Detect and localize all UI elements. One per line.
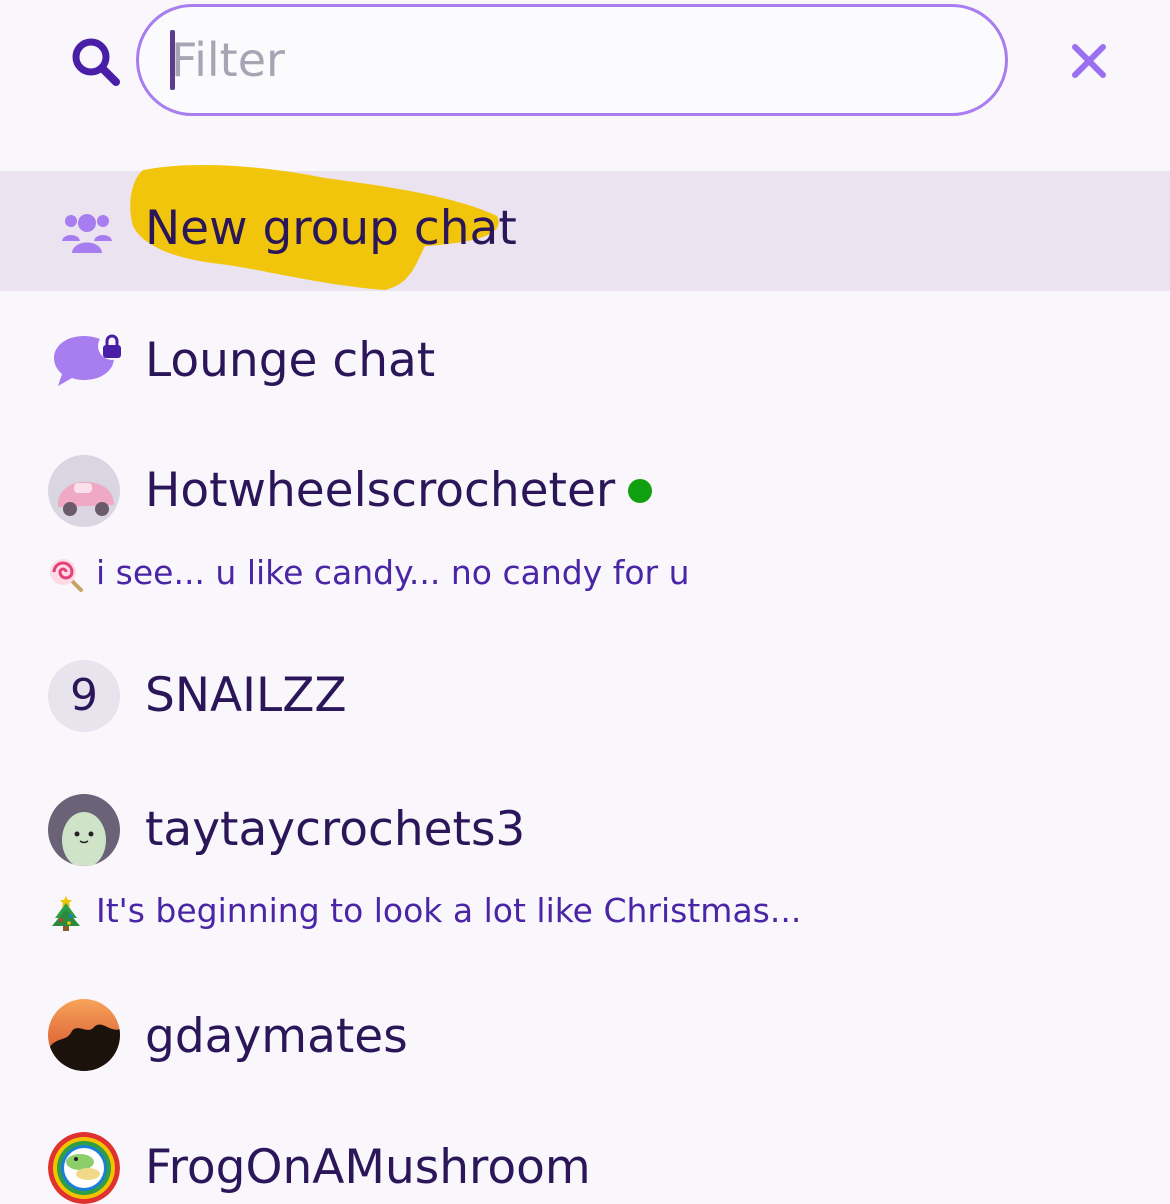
avatar-badge: 9 — [48, 660, 120, 732]
contact-item-snailzz[interactable]: 9 SNAILZZ — [0, 645, 1170, 755]
contact-name: SNAILZZ — [145, 668, 347, 723]
filter-input[interactable] — [136, 4, 1008, 116]
christmas-tree-icon — [52, 896, 80, 931]
new-group-chat-label: New group chat — [145, 201, 517, 256]
search-bar — [0, 0, 1170, 120]
contact-name: taytaycrochets3 — [145, 802, 526, 857]
new-group-chat-item[interactable]: New group chat — [0, 164, 1170, 291]
contact-name: FrogOnAMushroom — [145, 1140, 591, 1195]
online-indicator — [628, 479, 652, 503]
search-icon[interactable] — [68, 34, 124, 90]
lounge-chat-label: Lounge chat — [145, 333, 436, 388]
chat-bubble-lock-icon — [54, 332, 126, 386]
text-caret — [170, 30, 175, 90]
status-text: It's beginning to look a lot like Christ… — [96, 891, 802, 930]
lounge-chat-item[interactable]: Lounge chat — [0, 300, 1170, 420]
lollipop-icon — [50, 559, 83, 592]
contact-name: Hotwheelscrocheter — [145, 463, 616, 518]
status-text: i see... u like candy... no candy for u — [96, 553, 690, 592]
contact-item-gdaymates[interactable]: gdaymates — [0, 985, 1170, 1095]
avatar — [48, 1132, 120, 1204]
contact-item-frogonamushroom[interactable]: FrogOnAMushroom — [0, 1120, 1170, 1204]
contact-name: gdaymates — [145, 1009, 408, 1064]
close-icon[interactable] — [1062, 34, 1116, 88]
avatar — [48, 455, 120, 527]
avatar — [48, 999, 120, 1071]
group-icon — [62, 214, 112, 253]
avatar — [48, 794, 120, 866]
contact-item-hotwheelscrocheter[interactable]: Hotwheelscrocheter i see... u like candy… — [0, 440, 1170, 610]
contact-item-taytaycrochets3[interactable]: taytaycrochets3 It's beginning to look a… — [0, 780, 1170, 960]
